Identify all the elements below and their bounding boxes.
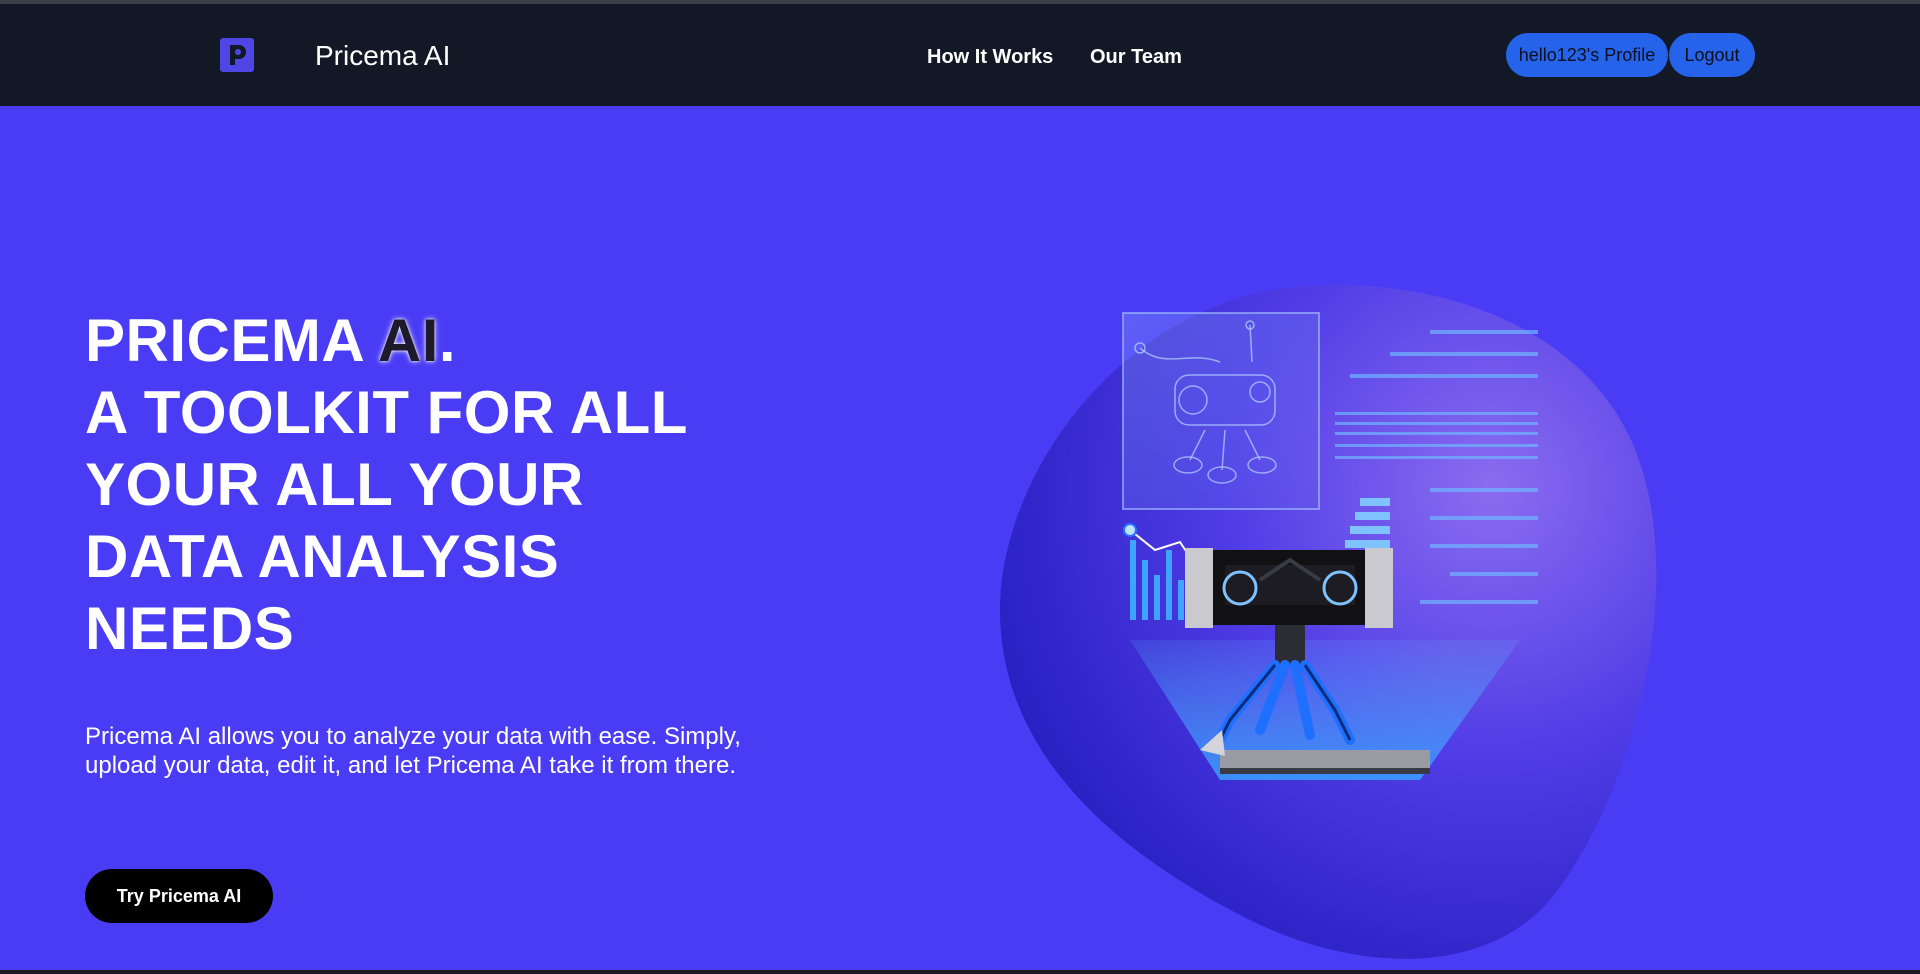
hero-title-line-5: NEEDS: [85, 595, 295, 662]
brand-name[interactable]: Pricema AI: [315, 40, 450, 72]
hero-title-dot: .: [438, 307, 457, 374]
window-bottom-border: [0, 970, 1920, 974]
hero-title-word: PRICEMA: [85, 307, 363, 374]
hero-title-line-2: A TOOLKIT FOR ALL: [85, 379, 688, 446]
hero-title-ai: AI: [377, 307, 439, 374]
hero-title: PRICEMA AI. A TOOLKIT FOR ALL YOUR ALL Y…: [85, 305, 805, 665]
nav-link-how-it-works[interactable]: How It Works: [927, 46, 1053, 69]
robot-hologram-illustration: [990, 280, 1670, 970]
logout-button[interactable]: Logout: [1669, 33, 1755, 77]
profile-button[interactable]: hello123's Profile: [1506, 33, 1668, 77]
hero-description: Pricema AI allows you to analyze your da…: [85, 723, 741, 779]
p-logo-icon[interactable]: [220, 38, 254, 72]
hero-title-line-1: PRICEMA AI.: [85, 305, 805, 377]
hero-title-line-3: YOUR ALL YOUR: [85, 451, 584, 518]
navbar: Pricema AI How It Works Our Team hello12…: [0, 4, 1920, 106]
try-pricema-button[interactable]: Try Pricema AI: [85, 869, 273, 923]
nav-link-our-team[interactable]: Our Team: [1090, 46, 1182, 69]
hero-title-line-4: DATA ANALYSIS: [85, 523, 560, 590]
